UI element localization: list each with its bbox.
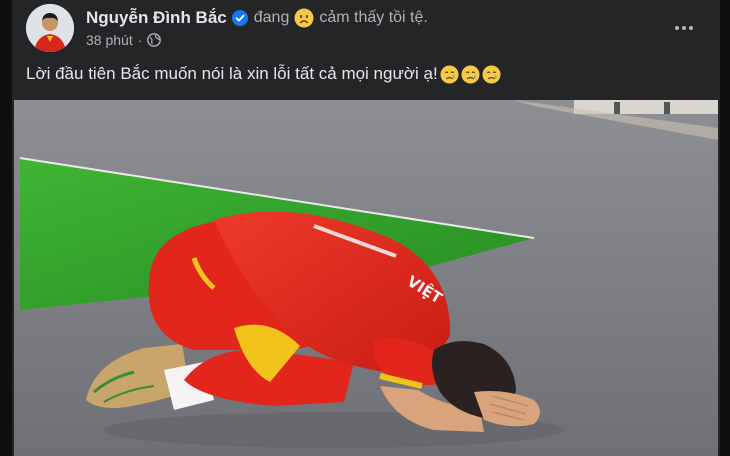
dot-icon bbox=[682, 26, 686, 30]
post-meta: 38 phút · bbox=[86, 32, 162, 48]
status-verb: đang bbox=[253, 9, 290, 26]
globe-icon[interactable] bbox=[147, 33, 162, 47]
post-photo[interactable]: VIỆT bbox=[14, 100, 718, 456]
author-name[interactable]: Nguyễn Đình Bắc bbox=[86, 8, 227, 28]
post-text: Lời đầu tiên Bắc muốn nói là xin lỗi tất… bbox=[26, 64, 438, 83]
feeling-status: đang cảm thấy tồi tệ. bbox=[254, 8, 428, 28]
author-row: Nguyễn Đình Bắc đang cảm thấy tồi tệ. bbox=[86, 8, 428, 28]
post-header: Nguyễn Đình Bắc đang cảm thấy tồi tệ. 38… bbox=[26, 4, 706, 52]
post-time[interactable]: 38 phút bbox=[86, 32, 133, 48]
verified-badge-icon bbox=[231, 10, 248, 26]
post-card: Nguyễn Đình Bắc đang cảm thấy tồi tệ. 38… bbox=[12, 0, 720, 456]
meta-separator: · bbox=[137, 32, 143, 48]
crying-face-icon bbox=[461, 64, 480, 84]
crying-face-icon bbox=[482, 64, 501, 84]
post-text-row: Lời đầu tiên Bắc muốn nói là xin lỗi tất… bbox=[26, 64, 501, 84]
more-options-button[interactable] bbox=[670, 16, 698, 40]
crying-face-icon bbox=[440, 64, 459, 84]
dot-icon bbox=[689, 26, 693, 30]
avatar[interactable] bbox=[26, 4, 74, 52]
status-feeling[interactable]: cảm thấy tồi tệ. bbox=[319, 9, 428, 27]
slightly-frowning-face-icon bbox=[294, 8, 314, 28]
dot-icon bbox=[675, 26, 679, 30]
